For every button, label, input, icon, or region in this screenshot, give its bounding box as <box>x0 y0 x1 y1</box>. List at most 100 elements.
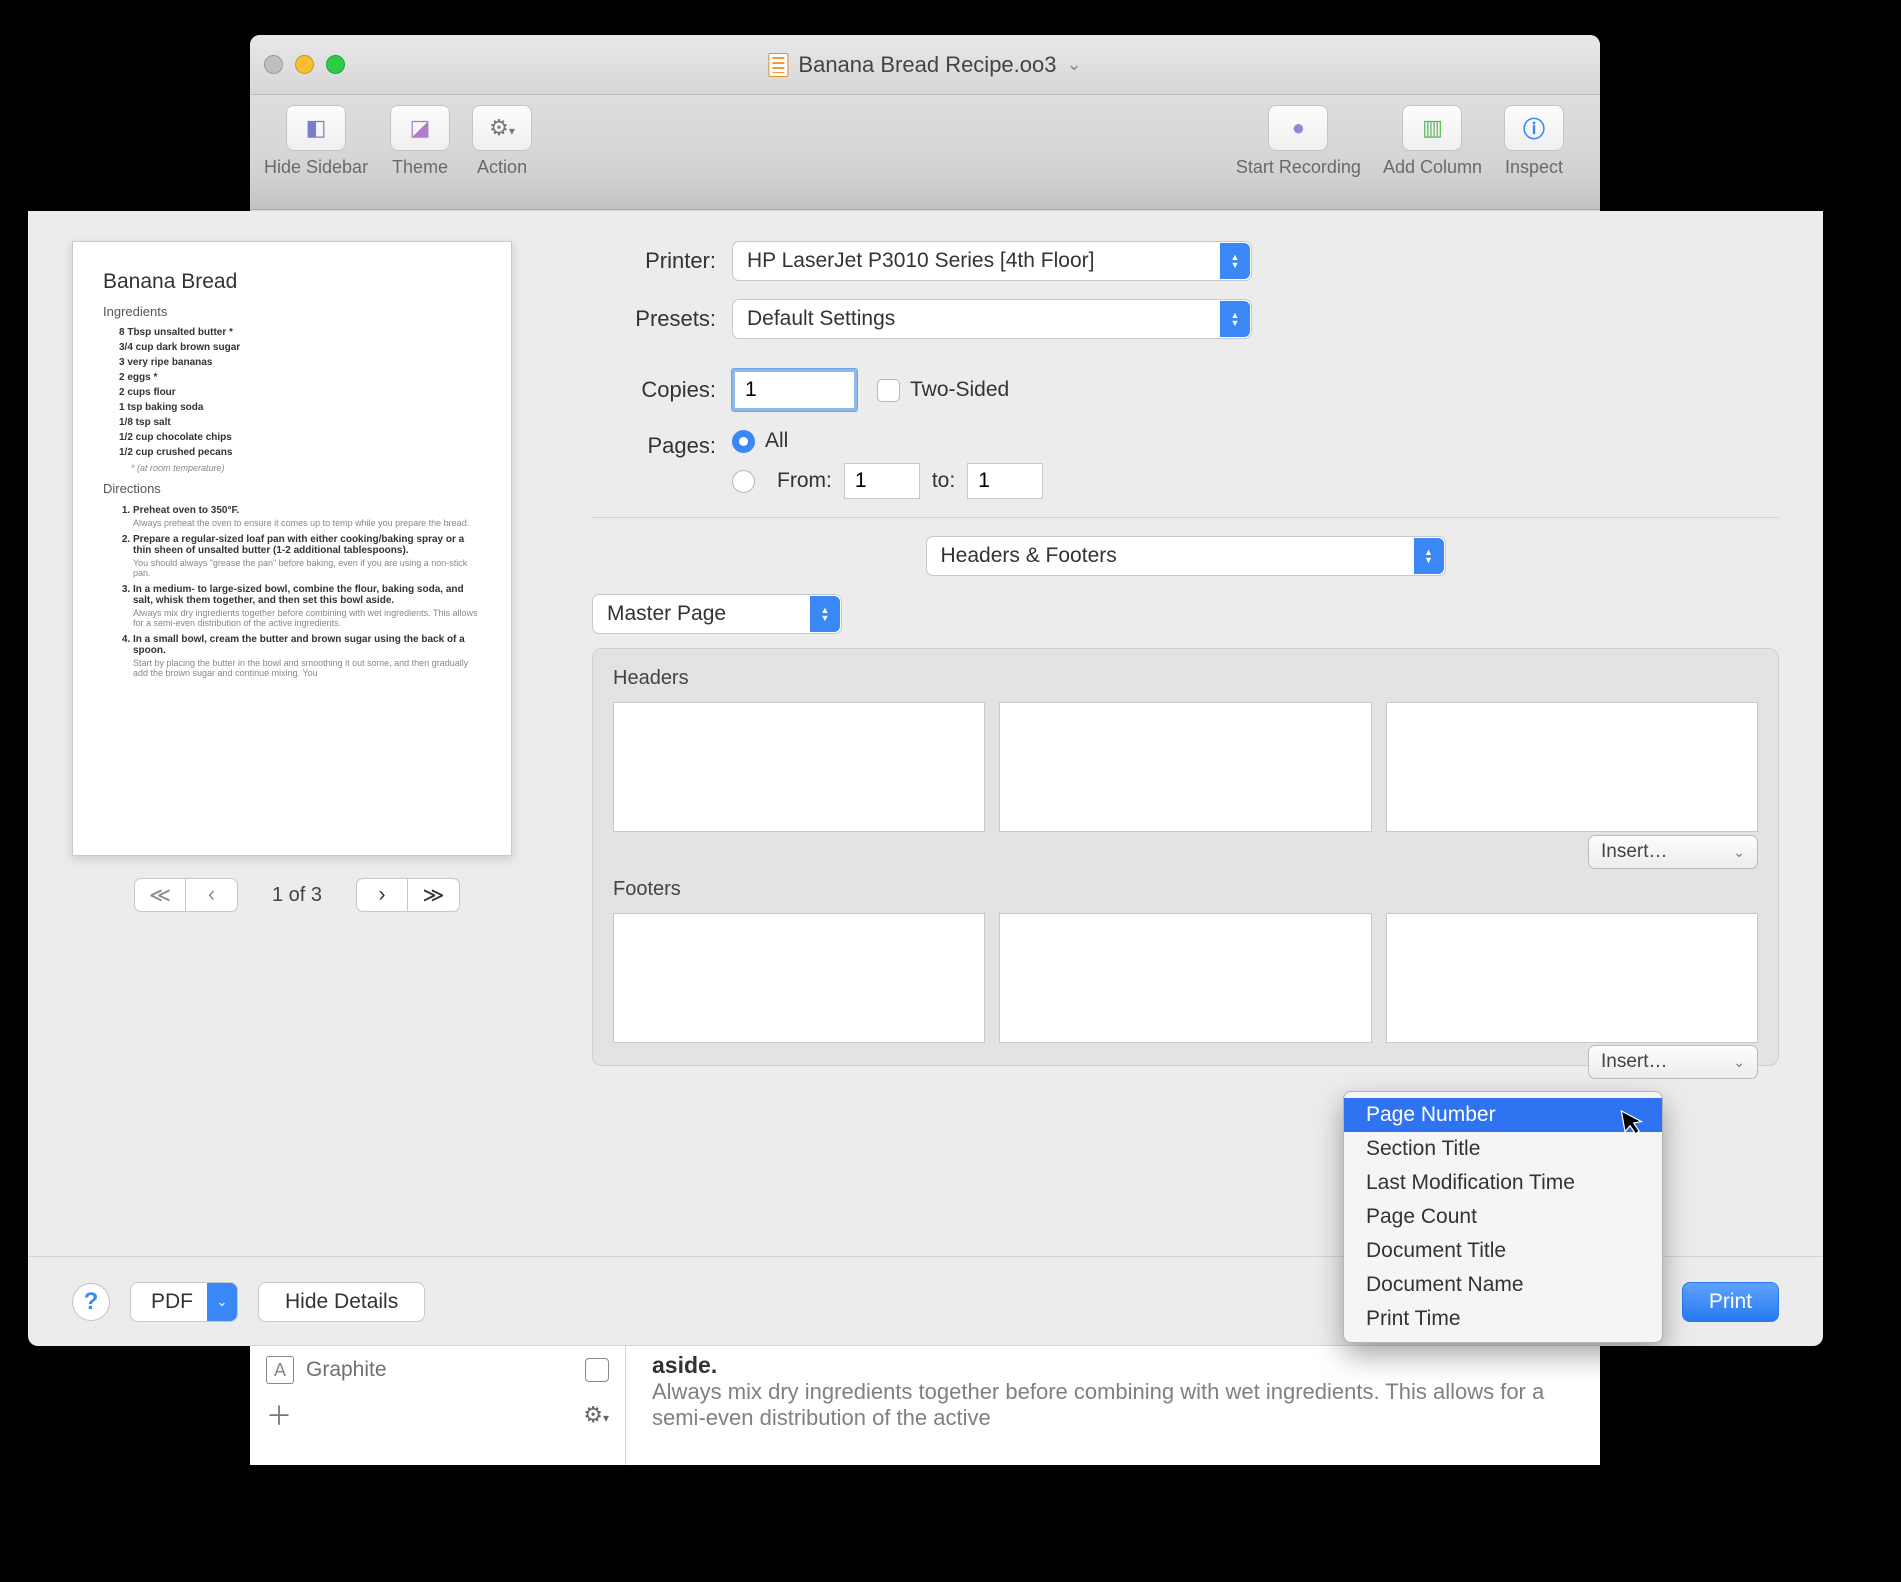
style-swatch-icon: A <box>266 1356 294 1384</box>
insert-menu-item-document-title[interactable]: Document Title <box>1344 1234 1662 1268</box>
pages-all-label: All <box>765 429 788 453</box>
preview-note: * (at room temperature) <box>103 463 481 473</box>
pages-label: Pages: <box>592 429 732 459</box>
pdf-button[interactable]: PDF ⌄ <box>130 1282 238 1322</box>
pager-last-button[interactable]: ≫ <box>408 878 460 912</box>
pager-first-button[interactable]: ≪ <box>134 878 186 912</box>
list-item: Prepare a regular-sized loaf pan with ei… <box>133 531 481 581</box>
footer-center-field[interactable] <box>999 913 1371 1043</box>
header-right-field[interactable] <box>1386 702 1758 832</box>
pager-prev-button[interactable]: ‹ <box>186 878 238 912</box>
list-item: 2 eggs * <box>103 370 481 385</box>
insert-header-button[interactable]: Insert… ⌄ <box>1588 835 1758 869</box>
copies-input[interactable] <box>732 369 857 411</box>
app-window: Banana Bread Recipe.oo3 ⌄ ◧ Hide Sidebar… <box>250 35 1600 1430</box>
document-icon <box>768 53 788 77</box>
pages-from-radio[interactable] <box>732 470 755 493</box>
close-window-button[interactable] <box>264 55 283 74</box>
theme-icon: ◪ <box>410 115 431 141</box>
action-label: Action <box>477 157 527 178</box>
footer-left-field[interactable] <box>613 913 985 1043</box>
insert-menu-item-print-time[interactable]: Print Time <box>1344 1302 1662 1336</box>
list-item: In a medium- to large-sized bowl, combin… <box>133 581 481 631</box>
caret-down-icon: ⌄ <box>1733 844 1745 861</box>
print-section-value: Headers & Footers <box>941 544 1117 568</box>
doc-line-bold: aside. <box>652 1352 1574 1379</box>
preview-directions-heading: Directions <box>103 481 481 496</box>
headers-footers-panel: Headers Insert… ⌄ Footers <box>592 648 1779 1066</box>
print-button[interactable]: Print <box>1682 1282 1779 1322</box>
list-item: 1 tsp baking soda <box>103 400 481 415</box>
list-item: In a small bowl, cream the butter and br… <box>133 631 481 681</box>
doc-line-hint: Always mix dry ingredients together befo… <box>652 1379 1574 1431</box>
headers-label: Headers <box>613 667 1758 690</box>
header-center-field[interactable] <box>999 702 1371 832</box>
list-item: 1/8 tsp salt <box>103 415 481 430</box>
info-icon: ⓘ <box>1523 112 1545 144</box>
hide-details-button[interactable]: Hide Details <box>258 1282 425 1322</box>
insert-menu-item-section-title[interactable]: Section Title <box>1344 1132 1662 1166</box>
plus-icon[interactable]: ＋ <box>266 1396 292 1433</box>
window-traffic-lights <box>264 55 345 74</box>
add-column-icon: ▥ <box>1422 115 1443 141</box>
start-recording-label: Start Recording <box>1236 157 1361 178</box>
inspect-label: Inspect <box>1505 157 1563 178</box>
printer-select[interactable]: HP LaserJet P3010 Series [4th Floor] <box>732 241 1252 281</box>
insert-menu-item-last-modification-time[interactable]: Last Modification Time <box>1344 1166 1662 1200</box>
list-item: 1/2 cup crushed pecans <box>103 445 481 460</box>
toolbar: ◧ Hide Sidebar ◪ Theme ⚙︎▾ Action ● Star… <box>250 95 1600 210</box>
action-tool[interactable]: ⚙︎▾ Action <box>472 105 532 178</box>
master-page-value: Master Page <box>607 602 726 626</box>
master-page-select[interactable]: Master Page <box>592 594 842 634</box>
pages-all-radio[interactable] <box>732 430 755 453</box>
insert-label: Insert… <box>1601 841 1668 863</box>
minimize-window-button[interactable] <box>295 55 314 74</box>
insert-footer-button[interactable]: Insert… ⌄ <box>1588 1045 1758 1079</box>
hide-sidebar-tool[interactable]: ◧ Hide Sidebar <box>264 105 368 178</box>
sidebar-icon: ◧ <box>306 115 327 141</box>
preview-ingredients-list: 8 Tbsp unsalted butter * 3/4 cup dark br… <box>103 325 481 460</box>
divider <box>592 517 1779 518</box>
print-section-select[interactable]: Headers & Footers <box>926 536 1446 576</box>
zoom-window-button[interactable] <box>326 55 345 74</box>
theme-tool[interactable]: ◪ Theme <box>390 105 450 178</box>
inspect-tool[interactable]: ⓘ Inspect <box>1504 105 1564 178</box>
pages-from-label: From: <box>777 469 832 493</box>
document-title[interactable]: Banana Bread Recipe.oo3 ⌄ <box>768 52 1081 78</box>
preview-pager: ≪ ‹ 1 of 3 › ≫ <box>72 878 522 912</box>
help-button[interactable]: ? <box>72 1283 110 1321</box>
list-item: 3/4 cup dark brown sugar <box>103 340 481 355</box>
pager-next-button[interactable]: › <box>356 878 408 912</box>
theme-label: Theme <box>392 157 448 178</box>
list-item: Preheat oven to 350°F.Always preheat the… <box>133 502 481 531</box>
select-arrows-icon <box>1220 301 1250 337</box>
sidebar-item-graphite[interactable]: A Graphite <box>266 1356 609 1384</box>
presets-select[interactable]: Default Settings <box>732 299 1252 339</box>
add-column-label: Add Column <box>1383 157 1482 178</box>
insert-menu-item-page-number[interactable]: Page Number <box>1344 1098 1662 1132</box>
pages-to-input[interactable] <box>967 463 1043 499</box>
insert-menu-item-document-name[interactable]: Document Name <box>1344 1268 1662 1302</box>
page-preview: Banana Bread Ingredients 8 Tbsp unsalted… <box>72 241 512 856</box>
presets-label: Presets: <box>592 306 732 332</box>
print-settings: Printer: HP LaserJet P3010 Series [4th F… <box>592 241 1779 1066</box>
print-preview-column: Banana Bread Ingredients 8 Tbsp unsalted… <box>72 241 522 1066</box>
pages-from-input[interactable] <box>844 463 920 499</box>
checkbox-icon[interactable] <box>585 1358 609 1382</box>
sidebar-item-label: Graphite <box>306 1358 387 1382</box>
add-column-tool[interactable]: ▥ Add Column <box>1383 105 1482 178</box>
two-sided-checkbox[interactable] <box>877 379 900 402</box>
header-left-field[interactable] <box>613 702 985 832</box>
insert-menu-item-page-count[interactable]: Page Count <box>1344 1200 1662 1234</box>
print-dialog: Banana Bread Ingredients 8 Tbsp unsalted… <box>28 211 1823 1346</box>
titlebar: Banana Bread Recipe.oo3 ⌄ <box>250 35 1600 95</box>
question-mark-icon: ? <box>84 1288 99 1316</box>
sidebar-add-row: ＋ ⚙︎▾ <box>266 1396 609 1433</box>
footer-right-field[interactable] <box>1386 913 1758 1043</box>
gear-icon[interactable]: ⚙︎▾ <box>583 1402 609 1428</box>
document-background: A Graphite ＋ ⚙︎▾ aside. Always mix dry i… <box>250 1345 1600 1465</box>
document-title-text: Banana Bread Recipe.oo3 <box>798 52 1056 78</box>
printer-value: HP LaserJet P3010 Series [4th Floor] <box>747 249 1094 273</box>
two-sided-label: Two-Sided <box>910 378 1009 402</box>
start-recording-tool[interactable]: ● Start Recording <box>1236 105 1361 178</box>
